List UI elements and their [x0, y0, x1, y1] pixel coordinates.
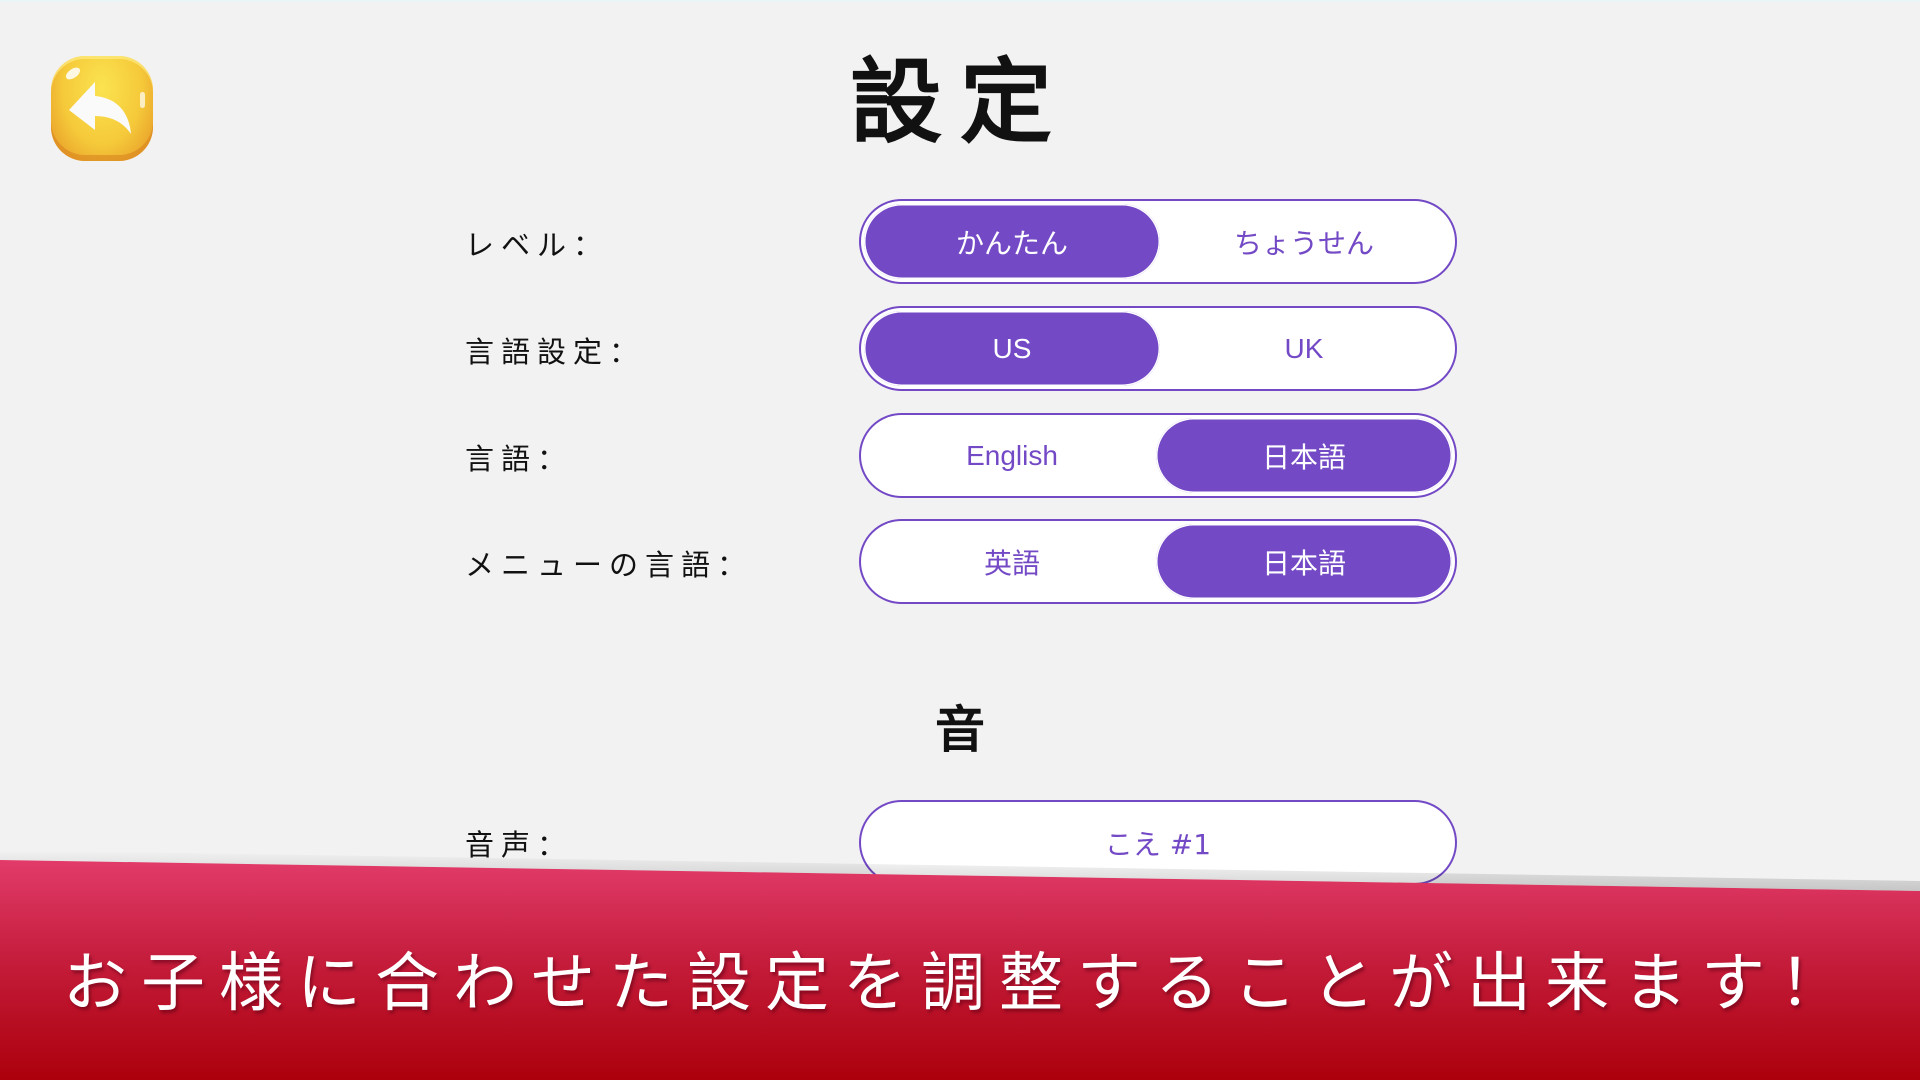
sound-section-heading: 音 [935, 701, 985, 759]
promo-banner-text: お子様に合わせた設定を調整することが出来ます！ [63, 947, 1857, 1021]
language-setting-option-us[interactable]: US [864, 311, 1160, 386]
menu-language-toggle[interactable]: 英語 日本語 [859, 519, 1457, 604]
language-option-english[interactable]: English [864, 418, 1160, 493]
language-option-japanese[interactable]: 日本語 [1156, 418, 1452, 493]
language-label: 言語： [465, 442, 574, 476]
language-setting-option-uk[interactable]: UK [1156, 311, 1452, 386]
level-option-easy[interactable]: かんたん [864, 204, 1160, 279]
menu-language-label: メニューの言語： [465, 548, 754, 582]
language-setting-toggle[interactable]: US UK [859, 306, 1457, 391]
menu-language-option-japanese[interactable]: 日本語 [1156, 524, 1452, 599]
level-label: レベル： [465, 228, 610, 262]
menu-language-option-english[interactable]: 英語 [864, 524, 1160, 599]
level-option-challenge[interactable]: ちょうせん [1156, 204, 1452, 279]
top-edge-line [0, 0, 1920, 2]
page-title: 設定 [849, 49, 1070, 156]
language-setting-label: 言語設定： [465, 335, 646, 369]
language-toggle[interactable]: English 日本語 [859, 413, 1457, 498]
level-toggle[interactable]: かんたん ちょうせん [859, 199, 1457, 284]
